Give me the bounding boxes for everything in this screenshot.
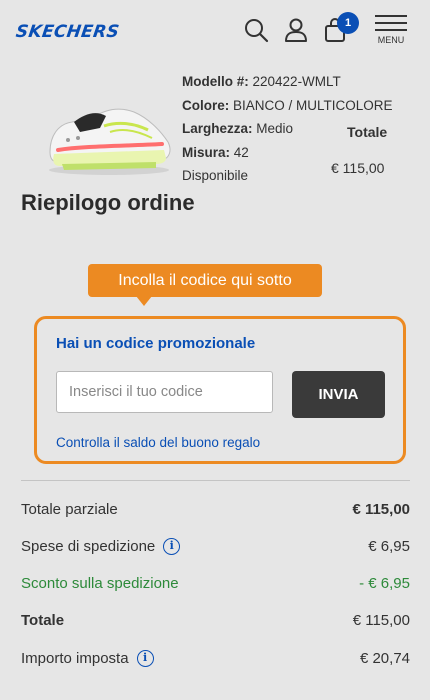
shipping-row: Spese di spedizione i € 6,95 <box>21 538 410 562</box>
shipping-info-icon[interactable]: i <box>163 538 181 555</box>
total-row: Totale € 115,00 <box>21 612 410 636</box>
promo-code-input[interactable] <box>56 371 273 413</box>
hamburger-bar <box>375 22 407 24</box>
submit-promo-button[interactable]: INVIA <box>292 371 385 418</box>
discount-label: Sconto sulla spedizione <box>21 575 179 592</box>
product-color: Colore: BIANCO / MULTICOLORE <box>182 94 393 118</box>
divider <box>21 480 410 481</box>
menu-button[interactable]: MENU <box>374 14 408 48</box>
total-column-header: Totale <box>347 124 388 140</box>
color-label: Colore: <box>182 97 230 113</box>
paste-code-tooltip: Incolla il codice qui sotto <box>88 264 322 297</box>
tax-info-icon[interactable]: i <box>136 650 154 667</box>
gift-card-balance-link[interactable]: Controlla il saldo del buono regalo <box>56 435 260 450</box>
shipping-label-group: Spese di spedizione i <box>21 538 181 555</box>
hamburger-menu-icon <box>375 15 407 17</box>
subtotal-row: Totale parziale € 115,00 <box>21 501 410 525</box>
size-value: 42 <box>233 144 249 160</box>
width-value: Medio <box>256 121 294 136</box>
skechers-logo[interactable]: SKECHERS <box>15 22 121 42</box>
discount-value: - € 6,95 <box>359 575 410 592</box>
tax-label: Importo imposta <box>21 650 129 667</box>
subtotal-value: € 115,00 <box>352 501 410 518</box>
product-model: Modello #: 220422-WMLT <box>182 70 393 94</box>
menu-label: MENU <box>377 35 405 45</box>
shipping-label: Spese di spedizione <box>21 538 156 555</box>
page-title: Riepilogo ordine <box>21 190 195 215</box>
product-price: € 115,00 <box>331 160 385 176</box>
model-value: 220422-WMLT <box>252 74 341 89</box>
tax-value: € 20,74 <box>359 650 410 667</box>
tooltip-arrow <box>136 296 152 306</box>
hamburger-bar <box>375 29 407 31</box>
width-label: Larghezza: <box>182 121 253 136</box>
promo-code-box: Hai un codice promozionale INVIA Control… <box>34 316 406 464</box>
total-value: € 115,00 <box>352 612 410 629</box>
model-label: Modello #: <box>182 74 249 89</box>
user-icon[interactable] <box>282 16 310 44</box>
tax-row: Importo imposta i € 20,74 <box>21 650 410 674</box>
search-icon[interactable] <box>242 16 270 44</box>
shipping-discount-row: Sconto sulla spedizione - € 6,95 <box>21 575 410 599</box>
total-label: Totale <box>21 612 65 629</box>
size-label: Misura: <box>182 144 231 160</box>
tax-label-group: Importo imposta i <box>21 650 154 667</box>
cart-count-badge: 1 <box>337 12 359 34</box>
subtotal-label: Totale parziale <box>21 501 118 518</box>
color-value: BIANCO / MULTICOLORE <box>233 97 393 113</box>
promo-title: Hai un codice promozionale <box>56 335 256 352</box>
site-header: SKECHERS 1 MENU <box>0 0 430 64</box>
product-image[interactable] <box>44 92 174 182</box>
shipping-value: € 6,95 <box>368 538 410 555</box>
